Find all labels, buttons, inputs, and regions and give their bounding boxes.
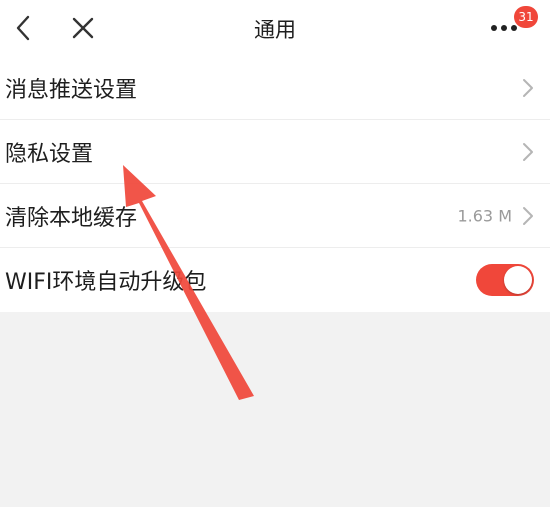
settings-row-wifi-auto-update: WIFI环境自动升级包 [0,248,550,312]
top-bar: 通用 31 [0,0,550,56]
row-label: 隐私设置 [5,141,94,167]
chevron-right-icon [523,142,533,161]
toggle-knob [504,266,532,294]
notification-badge: 31 [514,6,538,28]
page-title: 通用 [254,18,296,42]
row-label: WIFI环境自动升级包 [5,270,207,295]
settings-list: 消息推送设置 隐私设置 清除本地缓存 1.63 M WIFI环境自动升级包 [0,56,550,312]
row-label: 清除本地缓存 [5,205,138,231]
settings-row-clear-cache[interactable]: 清除本地缓存 1.63 M [0,184,550,248]
settings-row-message-push[interactable]: 消息推送设置 [0,56,550,120]
settings-row-privacy[interactable]: 隐私设置 [0,120,550,184]
cache-size-value: 1.63 M [457,206,512,225]
more-dots-icon [491,25,517,31]
wifi-auto-update-toggle[interactable] [476,264,534,296]
chevron-right-icon [523,78,533,97]
chevron-right-icon [523,206,533,225]
row-label: 消息推送设置 [5,77,138,103]
